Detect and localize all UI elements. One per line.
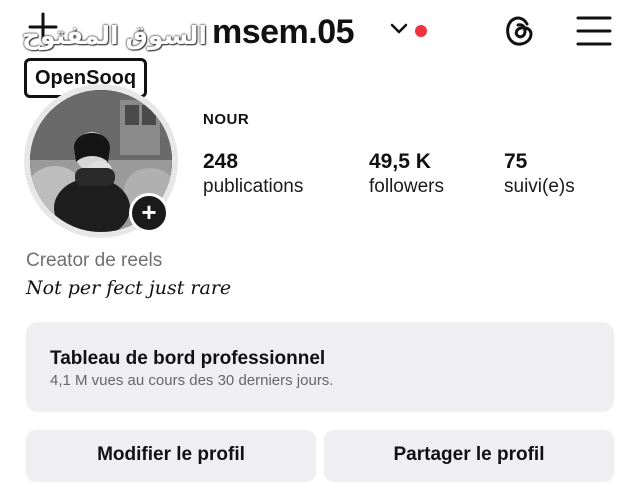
profile-category: Creator de reels xyxy=(26,250,163,271)
chevron-down-icon[interactable] xyxy=(390,22,408,36)
stat-followers-label: followers xyxy=(369,176,444,197)
stat-followers-value: 49,5 K xyxy=(369,150,431,173)
stat-following[interactable]: 75 suivi(e)s xyxy=(504,149,575,199)
stat-posts[interactable]: 248 publications xyxy=(203,149,303,199)
add-story-plus-icon[interactable]: + xyxy=(129,193,169,233)
stat-following-label: suivi(e)s xyxy=(504,176,575,197)
edit-profile-button[interactable]: Modifier le profil xyxy=(26,430,316,482)
profile-username[interactable]: msem.05 xyxy=(212,10,355,54)
stat-posts-label: publications xyxy=(203,176,304,197)
hamburger-menu-icon[interactable] xyxy=(575,14,613,48)
dashboard-title: Tableau de bord professionnel xyxy=(50,348,326,369)
share-profile-button[interactable]: Partager le profil xyxy=(324,430,614,482)
watermark-arabic-text: السوق المفتوح xyxy=(22,22,207,50)
dashboard-subtitle: 4,1 M vues au cours des 30 derniers jour… xyxy=(50,372,334,389)
profile-bio: Not per fect just rare xyxy=(26,277,232,299)
display-name: NOUR xyxy=(203,111,250,128)
stat-following-value: 75 xyxy=(504,150,528,173)
professional-dashboard-card[interactable]: Tableau de bord professionnel 4,1 M vues… xyxy=(26,322,614,412)
stat-posts-value: 248 xyxy=(203,150,239,173)
notification-dot xyxy=(415,25,427,37)
threads-icon[interactable] xyxy=(500,12,538,50)
stat-followers[interactable]: 49,5 K followers xyxy=(369,149,444,199)
